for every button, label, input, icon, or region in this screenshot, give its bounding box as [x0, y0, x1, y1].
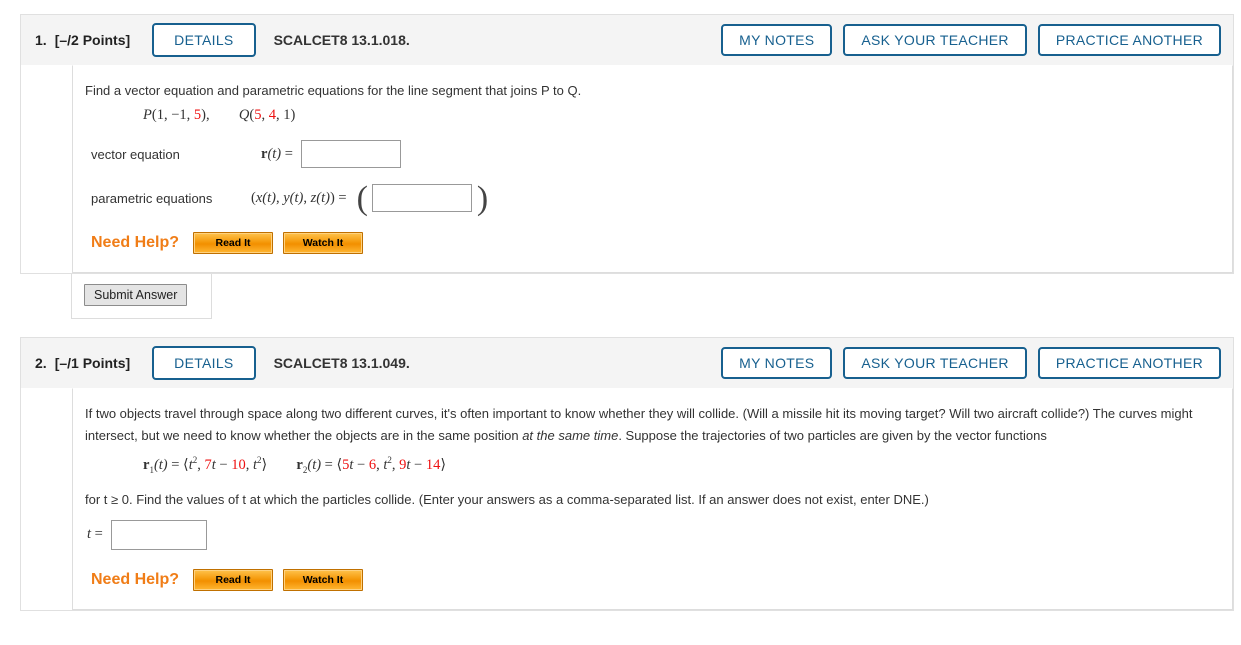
need-help-label: Need Help? [91, 234, 180, 251]
assignment-page: 1. [–/2 Points] DETAILS SCALCET8 13.1.01… [0, 0, 1241, 611]
problem-2-vector-functions: r1(t) = ⟨t2, 7t − 10, t2⟩ r2(t) = ⟨5t − … [143, 455, 1216, 475]
r1-coef-t: 7 [204, 456, 212, 473]
parametric-equations-label: parametric equations [91, 190, 213, 206]
problem-1-points-line: P(1, −1, 5), Q(5, 4, 1) [143, 107, 1216, 124]
details-button[interactable]: DETAILS [152, 23, 256, 57]
problem-1-prompt: Find a vector equation and parametric eq… [85, 80, 1216, 101]
my-notes-button[interactable]: MY NOTES [721, 347, 833, 379]
read-it-button[interactable]: Read It [193, 232, 274, 254]
point-p-y: −1 [171, 107, 187, 123]
details-button[interactable]: DETAILS [152, 346, 256, 380]
ask-your-teacher-button[interactable]: ASK YOUR TEACHER [843, 24, 1027, 56]
point-p-name: P [143, 107, 152, 123]
problem-2-actions: MY NOTES ASK YOUR TEACHER PRACTICE ANOTH… [721, 347, 1221, 379]
problem-2-instruction: for t ≥ 0. Find the values of t at which… [85, 491, 929, 507]
need-help-label: Need Help? [91, 570, 180, 588]
r1-function: r1(t) = ⟨t2, 7t − 10, t2⟩ [143, 455, 268, 475]
problem-1-number: 1. [35, 32, 47, 48]
point-q-y: 4 [268, 107, 276, 123]
vector-equation-input[interactable] [300, 140, 401, 168]
problem-1-body-wrap: Find a vector equation and parametric eq… [20, 65, 1234, 274]
vector-equation-row: vector equation r(t) = [91, 138, 1216, 170]
practice-another-button[interactable]: PRACTICE ANOTHER [1037, 24, 1221, 56]
problem-1-footer-row: Submit Answer [20, 274, 1234, 319]
vector-equation-symbol: r(t) = [261, 145, 293, 162]
practice-another-button[interactable]: PRACTICE ANOTHER [1037, 347, 1221, 379]
problem-1-code: SCALCET8 13.1.018. [273, 32, 410, 48]
r1-const: 10 [231, 456, 246, 473]
problem-2: 2. [–/1 Points] DETAILS SCALCET8 13.1.04… [20, 337, 1234, 611]
paragraph-italic-phrase: at the same time [522, 428, 619, 443]
comma: , [186, 107, 194, 123]
paragraph-part-2: . Suppose the trajectories of two partic… [618, 428, 1047, 443]
problem-1-header: 1. [–/2 Points] DETAILS SCALCET8 13.1.01… [20, 14, 1234, 65]
vector-equation-label: vector equation [91, 146, 180, 162]
problem-1-need-help: Need Help? Read It Watch It [91, 232, 1216, 254]
problem-1-actions: MY NOTES ASK YOUR TEACHER PRACTICE ANOTH… [721, 24, 1221, 56]
problem-2-paragraph: If two objects travel through space alon… [85, 403, 1216, 447]
problem-2-body-wrap: If two objects travel through space alon… [20, 388, 1234, 611]
parametric-equations-input[interactable] [371, 184, 472, 212]
ask-your-teacher-button[interactable]: ASK YOUR TEACHER [843, 347, 1027, 379]
problem-1: 1. [–/2 Points] DETAILS SCALCET8 13.1.01… [20, 14, 1234, 319]
r2-const2: 14 [425, 456, 441, 473]
my-notes-button[interactable]: MY NOTES [721, 24, 833, 56]
problem-1-body: Find a vector equation and parametric eq… [72, 65, 1233, 273]
paren-close: ) [290, 107, 296, 123]
r2-function: r2(t) = ⟨5t − 6, t2, 9t − 14⟩ [296, 455, 447, 475]
read-it-button[interactable]: Read It [193, 568, 274, 591]
submit-answer-button[interactable]: Submit Answer [84, 284, 188, 306]
t-label: t = [87, 526, 103, 543]
watch-it-button[interactable]: Watch It [283, 232, 364, 254]
r2-const: 6 [368, 456, 377, 473]
problem-2-number: 2. [35, 355, 47, 371]
t-answer-row: t = [87, 519, 1216, 551]
prompt-text: Find a vector equation and parametric eq… [85, 83, 582, 98]
paren-close: ), [201, 107, 210, 123]
problem-2-body: If two objects travel through space alon… [72, 388, 1233, 610]
problem-2-points: [–/1 Points] [54, 355, 131, 371]
parametric-equations-symbol: (x(t), y(t), z(t)) = [251, 189, 347, 206]
problem-2-header: 2. [–/1 Points] DETAILS SCALCET8 13.1.04… [20, 337, 1234, 388]
comma: , [261, 107, 269, 123]
problem-2-code: SCALCET8 13.1.049. [273, 355, 410, 371]
point-q-name: Q [238, 107, 250, 123]
watch-it-button[interactable]: Watch It [283, 568, 364, 591]
parametric-equations-row: parametric equations (x(t), y(t), z(t)) … [91, 180, 489, 217]
problem-1-footer: Submit Answer [71, 274, 212, 319]
problem-1-points: [–/2 Points] [54, 32, 131, 48]
problem-2-need-help: Need Help? Read It Watch It [91, 568, 1216, 591]
t-input[interactable] [110, 519, 207, 550]
point-p-x: 1 [156, 107, 164, 123]
